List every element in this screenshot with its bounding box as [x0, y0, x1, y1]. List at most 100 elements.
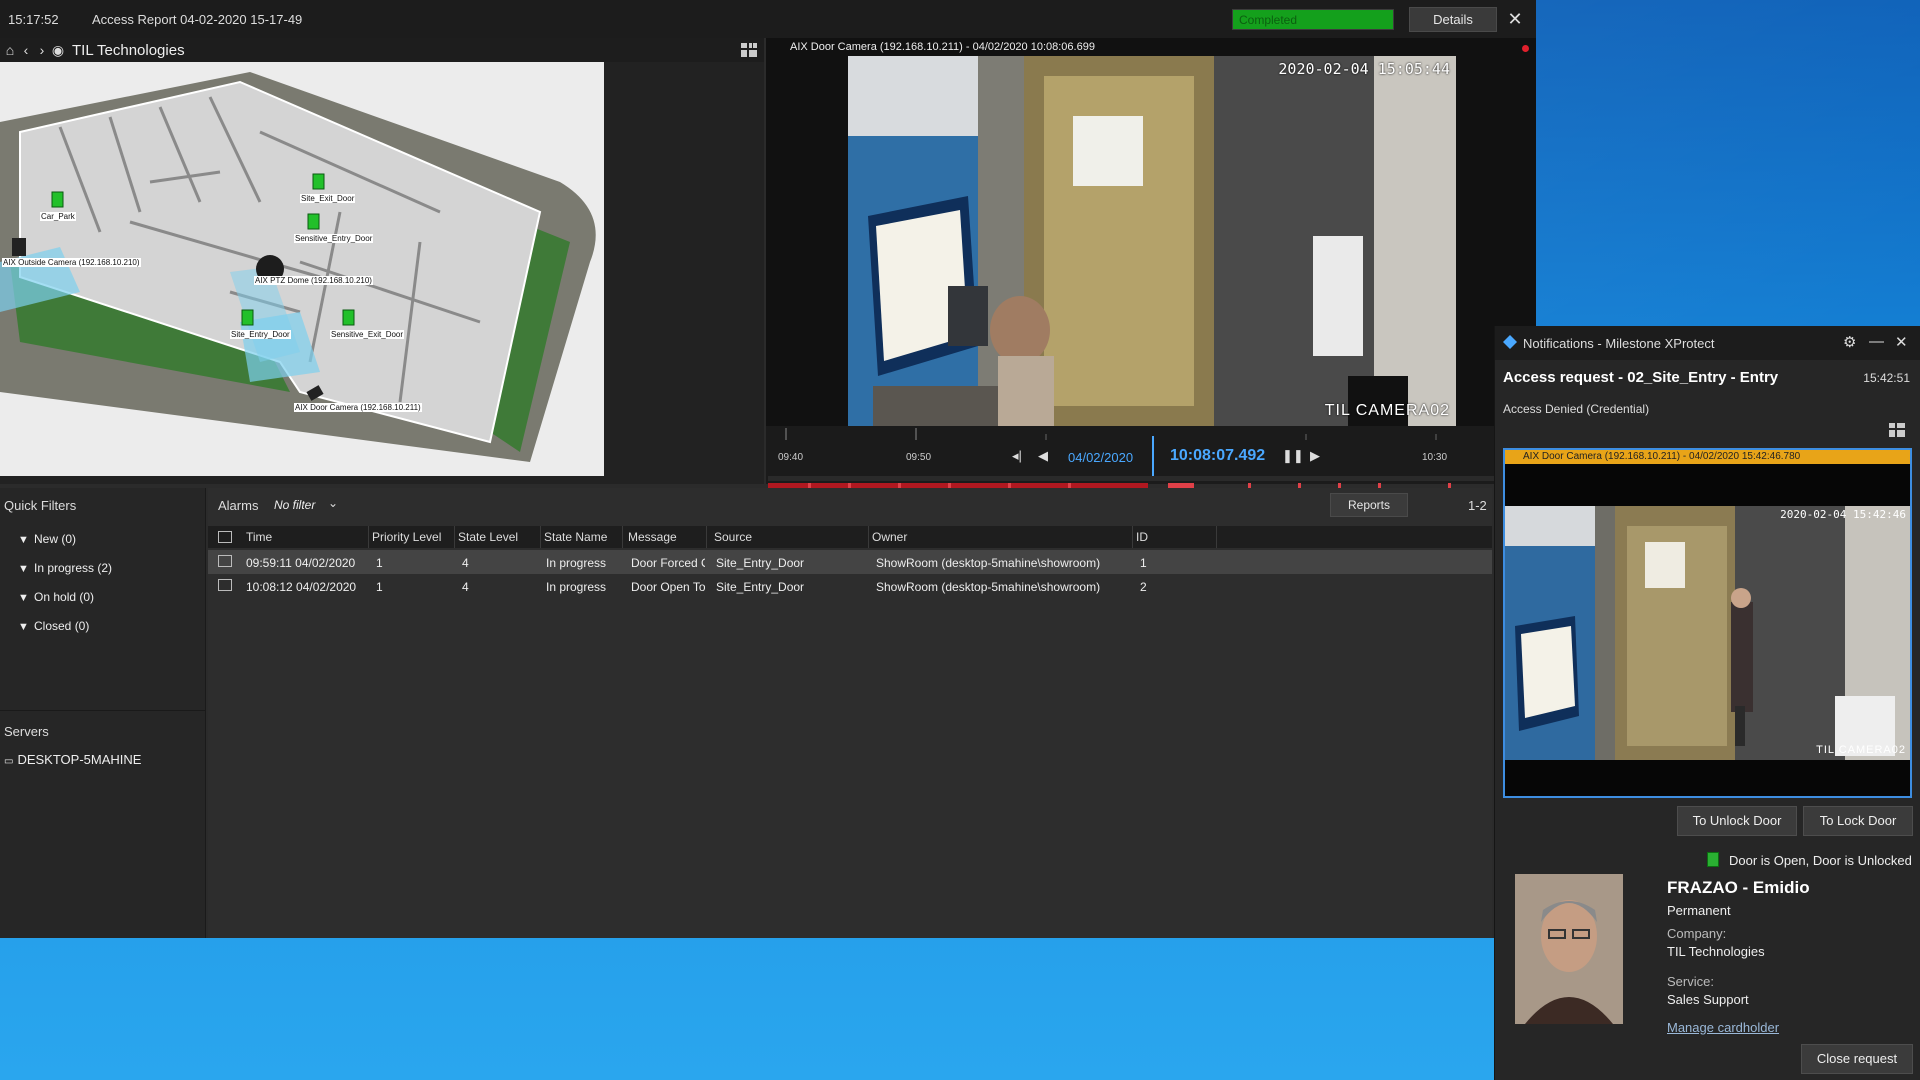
manage-cardholder-link[interactable]: Manage cardholder	[1667, 1020, 1779, 1035]
details-button[interactable]: Details	[1409, 7, 1497, 32]
video-camera-name: TIL CAMERA02	[1324, 402, 1450, 419]
timeline-tick-label: 10:30	[1422, 452, 1448, 463]
servers-title: Servers	[4, 724, 49, 739]
cell-id: 1	[1140, 556, 1147, 570]
close-icon[interactable]: ✕	[1895, 333, 1908, 351]
column-header-id[interactable]: ID	[1136, 530, 1148, 544]
quick-filters-panel: Quick Filters ▼ New (0) ▼ In progress (2) …	[0, 488, 206, 938]
close-request-button[interactable]: Close request	[1801, 1044, 1913, 1074]
column-divider	[622, 526, 623, 548]
cell-owner: ShowRoom (desktop-5mahine\showroom)	[876, 580, 1101, 594]
close-icon[interactable]: ✕	[1504, 7, 1526, 31]
step-back-icon[interactable]: ◀	[1038, 448, 1048, 464]
column-header-state-name[interactable]: State Name	[544, 530, 607, 544]
door-status: Door is Open, Door is Unlocked	[1729, 853, 1912, 868]
table-row[interactable]: 09:59:11 04/02/2020 1 4 In progress Door…	[208, 550, 1492, 574]
divider	[0, 710, 206, 711]
timeline-time: 10:08:07.492	[1170, 447, 1266, 464]
cell-id: 2	[1140, 580, 1147, 594]
filter-on-hold[interactable]: ▼ On hold (0)	[18, 590, 94, 604]
notification-panel: Notifications - Milestone XProtect ⚙ — ✕…	[1494, 326, 1920, 1080]
layout-grid-icon[interactable]	[740, 42, 758, 58]
cell-source: Site_Entry_Door	[716, 580, 805, 594]
video-camera-title: AIX Door Camera (192.168.10.211) - 04/02…	[790, 41, 1095, 53]
timeline-tick-label: 09:50	[906, 452, 932, 463]
timeline-date[interactable]: 04/02/2020	[1068, 450, 1133, 465]
image-icon	[218, 531, 232, 543]
cell-state-name: In progress	[546, 580, 607, 594]
video-header: AIX Door Camera (192.168.10.211) - 04/02…	[766, 38, 1536, 56]
minimize-icon[interactable]: —	[1869, 333, 1884, 350]
notification-video[interactable]: AIX Door Camera (192.168.10.211) - 04/02…	[1503, 448, 1912, 798]
filter-new[interactable]: ▼ New (0)	[18, 532, 76, 546]
cell-priority: 1	[376, 556, 383, 570]
filter-label: New (0)	[34, 532, 77, 546]
timeline-tick-label: 09:40	[778, 452, 804, 463]
cell-source: Site_Entry_Door	[716, 556, 805, 570]
column-divider	[540, 526, 541, 548]
column-divider	[454, 526, 455, 548]
cell-priority: 1	[376, 580, 383, 594]
access-request-time: 15:42:51	[1863, 371, 1910, 385]
home-icon[interactable]: ⌂	[2, 41, 18, 59]
step-forward-icon[interactable]: ▶	[1310, 448, 1320, 464]
milestone-logo-icon	[1503, 335, 1517, 349]
access-request-title: Access request - 02_Site_Entry - Entry	[1503, 369, 1779, 386]
alarms-title: Alarms	[218, 498, 259, 513]
cell-message: Door Open Too Long	[631, 580, 705, 594]
alarms-pane: Alarms No filter ⌄ Reports 1-2 Time Prio…	[208, 488, 1492, 938]
map-label-door-camera: AIX Door Camera (192.168.10.211)	[294, 403, 422, 412]
reports-button[interactable]: Reports	[1330, 493, 1408, 517]
cell-message: Door Forced Open	[631, 556, 705, 570]
filter-label: Closed (0)	[34, 619, 90, 633]
filter-icon: ▼	[18, 621, 29, 633]
filter-icon: ▼	[18, 592, 29, 604]
globe-icon[interactable]: ◉	[50, 41, 66, 59]
video-frame[interactable]: 2020-02-04 15:05:44 TIL CAMERA02	[848, 56, 1456, 426]
table-row[interactable]: 10:08:12 04/02/2020 1 4 In progress Door…	[208, 574, 1492, 598]
notification-video-camera-name: TIL CAMERA02	[1816, 744, 1906, 756]
server-label: DESKTOP-5MAHINE	[17, 752, 142, 767]
filter-in-progress[interactable]: ▼ In progress (2)	[18, 561, 112, 575]
timeline-playhead[interactable]	[1152, 436, 1154, 480]
map-label-ptz-dome: AIX PTZ Dome (192.168.10.210)	[254, 276, 373, 285]
gear-icon[interactable]: ⚙	[1843, 333, 1856, 351]
report-title: Access Report 04-02-2020 15-17-49	[92, 12, 303, 27]
column-header-source[interactable]: Source	[714, 530, 752, 544]
notification-video-frame[interactable]: 2020-02-04 15:42:46 TIL CAMERA02	[1505, 506, 1910, 760]
alarm-filter-dropdown[interactable]: No filter	[274, 498, 315, 512]
access-request-status: Access Denied (Credential)	[1503, 402, 1650, 416]
skip-back-icon[interactable]: ◂|	[1012, 448, 1022, 464]
image-icon	[218, 555, 232, 567]
page-range: 1-2	[1468, 498, 1487, 513]
company-label: Company:	[1667, 926, 1727, 941]
progress-label: Completed	[1239, 13, 1298, 27]
map-title: TIL Technologies	[72, 42, 185, 59]
playback-timeline[interactable]: 09:40 09:50 10:30 ◂| ◀ 04/02/2020 10:08:…	[766, 426, 1536, 488]
back-icon[interactable]: ‹	[18, 41, 34, 59]
layout-grid-icon[interactable]	[1888, 422, 1906, 438]
notification-header: Notifications - Milestone XProtect ⚙ — ✕	[1495, 326, 1920, 360]
floor-plan-map[interactable]: Car_Park Site_Exit_Door Sensitive_Entry_…	[0, 62, 604, 476]
recording-bar	[768, 476, 1534, 488]
service-value: Sales Support	[1667, 992, 1749, 1007]
chevron-down-icon[interactable]: ⌄	[328, 496, 338, 510]
clock: 15:17:52	[8, 12, 59, 27]
column-header-owner[interactable]: Owner	[872, 530, 907, 544]
column-header-time[interactable]: Time	[246, 530, 272, 544]
server-item[interactable]: ▭ DESKTOP-5MAHINE	[4, 752, 141, 767]
pause-icon[interactable]: ❚❚	[1282, 448, 1304, 464]
lock-door-button[interactable]: To Lock Door	[1803, 806, 1913, 836]
notification-video-title: AIX Door Camera (192.168.10.211) - 04/02…	[1505, 450, 1910, 464]
column-header-message[interactable]: Message	[628, 530, 677, 544]
forward-icon[interactable]: ›	[34, 41, 50, 59]
recording-indicator-icon	[1522, 45, 1529, 52]
image-icon	[218, 579, 232, 591]
unlock-door-button[interactable]: To Unlock Door	[1677, 806, 1797, 836]
map-label-sensitive-entry: Sensitive_Entry_Door	[294, 234, 374, 243]
filter-label: In progress (2)	[34, 561, 113, 575]
report-progress-bar: Completed	[1232, 9, 1394, 30]
column-header-state-level[interactable]: State Level	[458, 530, 518, 544]
filter-closed[interactable]: ▼ Closed (0)	[18, 619, 89, 633]
column-header-priority[interactable]: Priority Level	[372, 530, 441, 544]
